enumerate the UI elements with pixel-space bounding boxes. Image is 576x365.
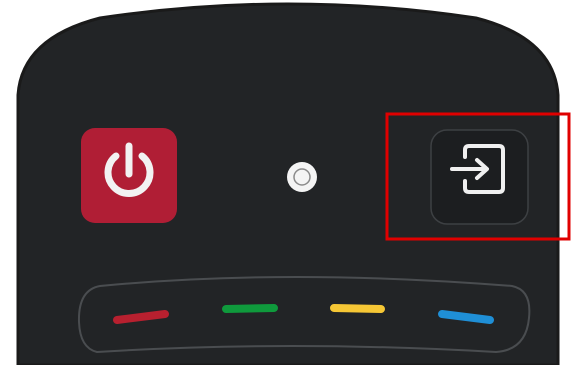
remote-control-scene — [0, 0, 576, 365]
input-button-hit[interactable] — [431, 130, 528, 224]
ir-sensor-hit — [285, 160, 319, 194]
green-key-hit[interactable] — [220, 297, 280, 319]
power-button-hit[interactable] — [81, 128, 177, 223]
red-key-hit[interactable] — [110, 303, 172, 325]
blue-key-hit[interactable] — [436, 303, 496, 325]
yellow-key-hit[interactable] — [329, 297, 387, 319]
